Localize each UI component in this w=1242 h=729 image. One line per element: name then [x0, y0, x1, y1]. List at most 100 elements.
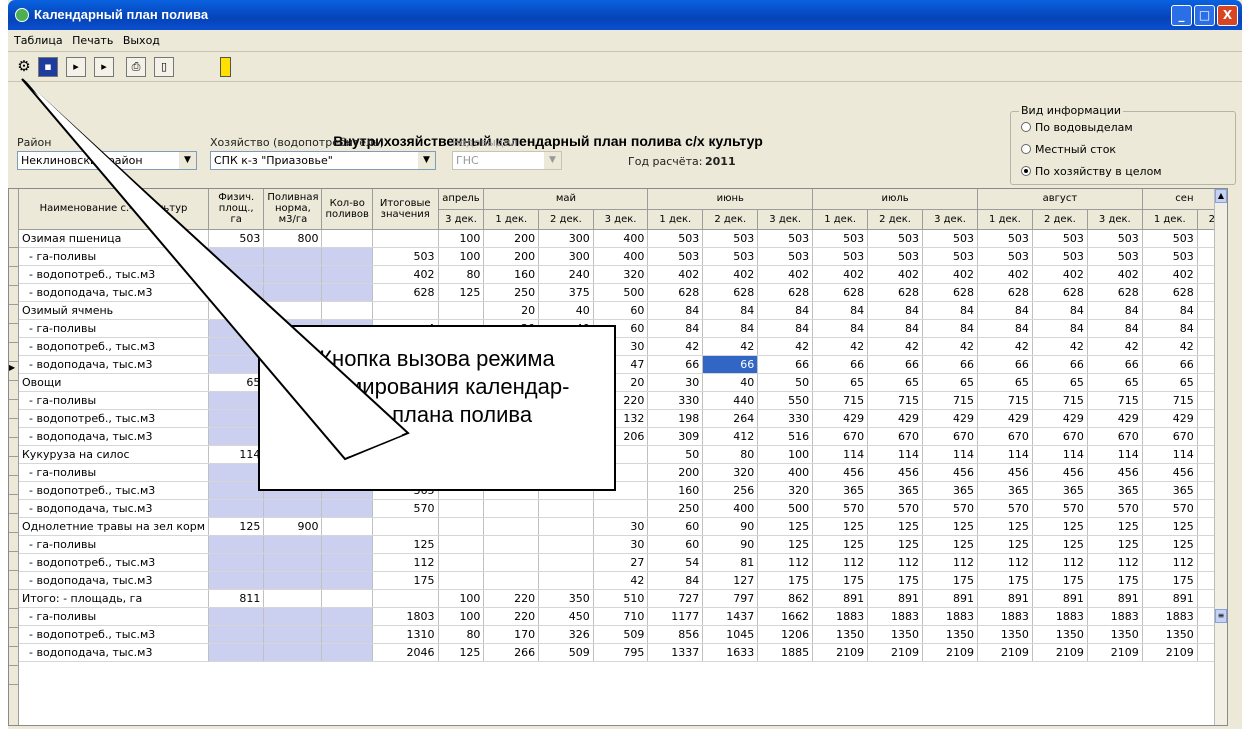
table-row[interactable]: Однолетние травы на зел корм 125 900 30 60 90…: [19, 517, 1227, 536]
col-header-total: Итоговые значения: [372, 189, 439, 230]
table-row[interactable]: - водоподача, тыс.м3 47 66 66 66 66 66 66 66 66 66…: [19, 355, 1227, 374]
plan-grid[interactable]: ▶ Наименование с.-х. культур Физич. площ.…: [8, 188, 1228, 726]
row-indicator[interactable]: [9, 553, 19, 571]
value-cell: 1437: [702, 607, 759, 626]
exit-door-icon[interactable]: [220, 57, 231, 77]
cell-total: 503: [372, 247, 439, 266]
value-cell: 300: [538, 229, 594, 248]
value-cell: 2109: [812, 643, 869, 662]
scroll-up-icon[interactable]: ▲: [1215, 189, 1227, 203]
row-indicator[interactable]: [9, 287, 19, 305]
plan-heading: Внутрихозяйственный календарный план пол…: [333, 133, 763, 149]
app-icon: [15, 8, 29, 22]
row-indicator[interactable]: [9, 230, 19, 248]
chevron-down-icon[interactable]: ▼: [544, 152, 561, 169]
row-indicator[interactable]: [9, 344, 19, 362]
table-row[interactable]: - водопотреб., тыс.м3 132 198 264 330 429 429 4…: [19, 409, 1227, 428]
farm-select[interactable]: СПК к-з "Приазовье" ▼: [210, 151, 436, 170]
value-cell: [438, 499, 485, 518]
row-indicator[interactable]: [9, 667, 19, 685]
table-row[interactable]: - водоподача, тыс.м3 570 250 400 500 570 570 57…: [19, 499, 1227, 518]
chevron-down-icon[interactable]: ▼: [418, 152, 435, 169]
value-cell: 715: [977, 391, 1033, 410]
value-cell: 503: [702, 229, 759, 248]
table-row[interactable]: - га-поливы420406084848484848484848484: [19, 319, 1227, 338]
row-indicator[interactable]: [9, 249, 19, 267]
row-indicator[interactable]: [9, 515, 19, 533]
cell-total: 1803: [372, 607, 439, 626]
table-row[interactable]: Озимый ячмень 4 20 40 60 84 84 84 84 84 84 84 84 84 84: [19, 301, 1227, 320]
row-indicator[interactable]: [9, 458, 19, 476]
value-cell: 114: [1142, 445, 1198, 464]
table-row[interactable]: - водопотреб., тыс.м3 112 27 54 81 112 112 112 1…: [19, 553, 1227, 572]
row-indicator[interactable]: [9, 496, 19, 514]
row-indicator[interactable]: [9, 572, 19, 590]
value-cell: 891: [1087, 589, 1143, 608]
minimize-button[interactable]: _: [1171, 5, 1192, 26]
row-indicator[interactable]: [9, 648, 19, 666]
row-indicator[interactable]: [9, 534, 19, 552]
wizard-icon[interactable]: ⚙: [14, 57, 34, 77]
row-indicator[interactable]: ▶: [9, 363, 19, 381]
table-row[interactable]: - га-поливы 503 100 200 300 400 503 503 503 503 50…: [19, 247, 1227, 266]
print-icon[interactable]: ⎙: [126, 57, 146, 77]
menu-print[interactable]: Печать: [72, 30, 113, 52]
new-document-icon[interactable]: ▯: [154, 57, 174, 77]
radio-by-outlets[interactable]: По водовыделам: [1021, 121, 1133, 134]
row-indicator[interactable]: [9, 382, 19, 400]
save-icon[interactable]: ▪: [38, 57, 58, 77]
table-row[interactable]: - водоподача, тыс.м3 175 42 84 127 175 175 175 1…: [19, 571, 1227, 590]
table-row[interactable]: - водоподача, тыс.м3 206 309 412 516 670 670 67…: [19, 427, 1227, 446]
row-indicator[interactable]: [9, 306, 19, 324]
menu-table[interactable]: Таблица: [14, 30, 63, 52]
last-icon[interactable]: ▸: [94, 57, 114, 77]
table-row[interactable]: Кукуруза на силос 114 50 80 100 114 114 114 114 1…: [19, 445, 1227, 464]
table-row[interactable]: - га-поливы 220 330 440 550 715 715 715 715 715 71…: [19, 391, 1227, 410]
menu-exit[interactable]: Выход: [123, 30, 160, 52]
row-indicator[interactable]: [9, 439, 19, 457]
value-cell: 402: [1087, 265, 1143, 284]
value-cell: 500: [593, 283, 649, 302]
close-button[interactable]: X: [1217, 5, 1238, 26]
row-indicator[interactable]: [9, 420, 19, 438]
radio-local-runoff[interactable]: Местный сток: [1021, 143, 1116, 156]
cell-total: [372, 229, 439, 248]
row-indicator[interactable]: [9, 610, 19, 628]
decade-header: 2 дек.: [702, 209, 759, 230]
title-bar[interactable]: Календарный план полива _ □ X: [8, 0, 1242, 30]
table-row[interactable]: - водопотреб., тыс.м3 1310 80 170 326 509 856 1…: [19, 625, 1227, 644]
next-icon[interactable]: ▸: [66, 57, 86, 77]
scroll-thumb[interactable]: ≡: [1215, 609, 1227, 623]
table-row[interactable]: - водопотреб., тыс.м33651602563203653653…: [19, 481, 1227, 500]
water-outlet-select[interactable]: ГНС ▼: [452, 151, 562, 170]
table-row[interactable]: - водопотреб., тыс.м3 402 80 160 240 320 402 40…: [19, 265, 1227, 284]
value-cell: 402: [757, 265, 814, 284]
value-cell: [438, 553, 485, 572]
table-row[interactable]: - водоподача, тыс.м3 628 125 250 375 500 628 62…: [19, 283, 1227, 302]
table-row[interactable]: Итого: - площадь, га 811 100 220 350 510 727 79…: [19, 589, 1227, 608]
table-row[interactable]: - водопотреб., тыс.м32102030424242424242…: [19, 337, 1227, 356]
cell-norm: [263, 625, 323, 644]
row-indicator[interactable]: [9, 591, 19, 609]
value-cell: 66: [977, 355, 1033, 374]
district-select[interactable]: Неклиновский район ▼: [17, 151, 197, 170]
table-row[interactable]: - га-поливы 1803 100 220 450 710 1177 1437 1662 1…: [19, 607, 1227, 626]
row-indicator[interactable]: [9, 325, 19, 343]
table-row[interactable]: - га-поливы45620032040045645645645645645…: [19, 463, 1227, 482]
value-cell: 125: [922, 517, 978, 536]
cell-area: 503: [208, 229, 265, 248]
chevron-down-icon[interactable]: ▼: [179, 152, 196, 169]
table-row[interactable]: Озимая пшеница 503 800 100 200 300 400 503 503 50…: [19, 229, 1227, 248]
row-indicator[interactable]: [9, 629, 19, 647]
table-row[interactable]: - га-поливы 125 30 60 90 125 125 125 125 125 125 12…: [19, 535, 1227, 554]
radio-farm-total[interactable]: По хозяйству в целом: [1021, 165, 1162, 178]
vertical-scrollbar[interactable]: ▲ ≡: [1214, 189, 1227, 725]
row-indicator[interactable]: [9, 268, 19, 286]
row-indicator[interactable]: [9, 401, 19, 419]
maximize-button[interactable]: □: [1194, 5, 1215, 26]
cell-total: [372, 517, 439, 536]
month-header: апрель: [438, 189, 485, 210]
table-row[interactable]: - водоподача, тыс.м3 2046 125 266 509 795 1337…: [19, 643, 1227, 662]
table-row[interactable]: Овощи 65 20 30 40 50 65 65 65 65 65 65 65: [19, 373, 1227, 392]
row-indicator[interactable]: [9, 477, 19, 495]
